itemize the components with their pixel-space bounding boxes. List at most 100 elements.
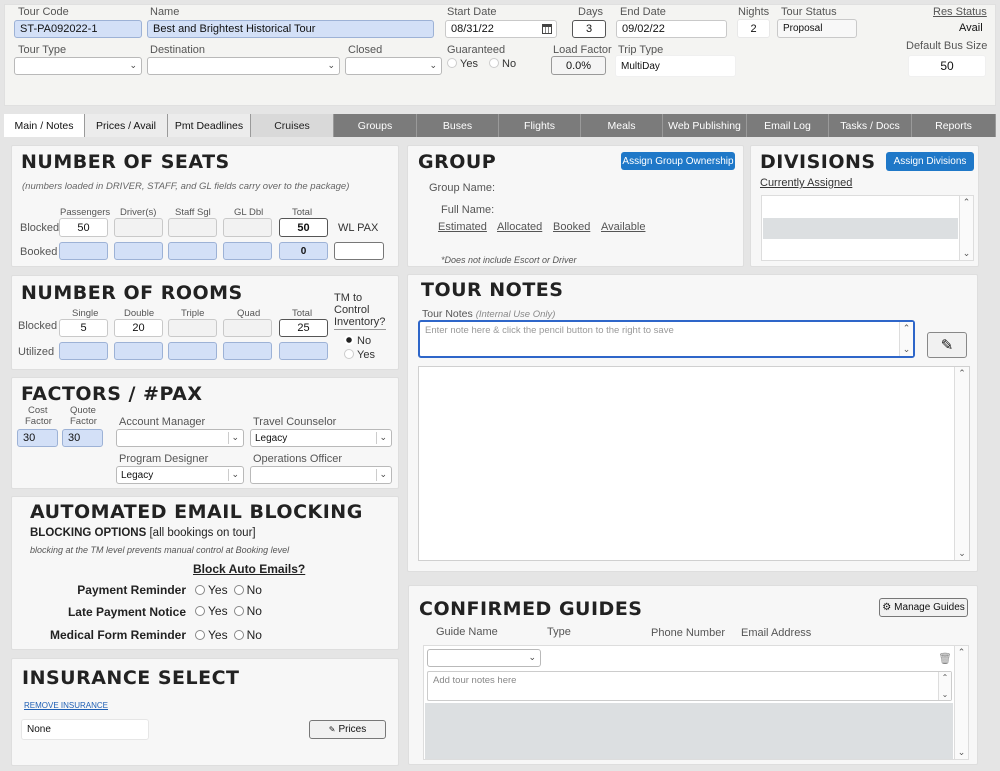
chevron-down-icon[interactable]: ⌄: [939, 690, 951, 699]
tab-buses[interactable]: Buses: [417, 114, 499, 137]
guaranteed-no-radio[interactable]: No: [489, 58, 516, 70]
triple-rooms-field[interactable]: [168, 319, 217, 337]
chevron-up-icon[interactable]: ⌃: [900, 323, 913, 334]
divisions-list[interactable]: ⌃ ⌄: [761, 195, 974, 261]
prices-button[interactable]: ✎ Prices: [309, 720, 386, 739]
guide-notes-field[interactable]: Add tour notes here ⌃ ⌄: [427, 671, 952, 701]
booked-link[interactable]: Booked: [553, 221, 590, 233]
calendar-icon[interactable]: [542, 24, 552, 34]
name-field[interactable]: Best and Brightest Historical Tour: [147, 20, 434, 38]
payment-reminder-no[interactable]: No: [233, 583, 262, 597]
chevron-up-icon[interactable]: ⌃: [939, 673, 951, 682]
tab-prices-avail[interactable]: Prices / Avail: [85, 114, 168, 137]
chevron-down-icon[interactable]: ⌄: [960, 248, 973, 259]
chevron-down-icon[interactable]: ⌄: [955, 548, 969, 559]
col-gl-dbl: GL Dbl: [234, 207, 264, 218]
closed-select[interactable]: ⌄: [345, 57, 442, 75]
remove-insurance-link[interactable]: REMOVE INSURANCE: [24, 701, 108, 710]
save-note-button[interactable]: ✎: [927, 332, 967, 358]
tm-no-radio[interactable]: No: [344, 335, 371, 347]
tour-notes-scrollbar[interactable]: ⌃ ⌄: [954, 367, 969, 560]
no-label: No: [246, 628, 262, 642]
medical-form-reminder-label: Medical Form Reminder: [49, 628, 186, 642]
medical-form-no[interactable]: No: [233, 628, 262, 642]
tab-tasks-docs[interactable]: Tasks / Docs: [829, 114, 912, 137]
tour-status-field[interactable]: Proposal: [777, 19, 857, 38]
days-field[interactable]: 3: [572, 20, 606, 38]
group-title: GROUP: [418, 151, 497, 173]
blocked-staff-sgl-field[interactable]: [168, 218, 217, 237]
default-bus-size-field[interactable]: 50: [908, 55, 986, 77]
travel-counselor-select[interactable]: Legacy ⌄: [250, 429, 392, 447]
estimated-link[interactable]: Estimated: [438, 221, 487, 233]
late-payment-yes[interactable]: Yes: [195, 604, 228, 618]
chevron-up-icon[interactable]: ⌃: [960, 197, 973, 208]
tour-note-input-scrollbar[interactable]: ⌃ ⌄: [899, 322, 913, 356]
tm-yes-radio[interactable]: Yes: [344, 349, 375, 361]
guide-name-select[interactable]: ⌄: [427, 649, 541, 667]
tm-control-label-1: TM to: [334, 292, 363, 304]
tab-meals[interactable]: Meals: [581, 114, 663, 137]
chevron-up-icon[interactable]: ⌃: [955, 647, 968, 658]
blocked-gl-dbl-field[interactable]: [223, 218, 272, 237]
start-date-field[interactable]: 08/31/22: [445, 20, 557, 38]
gear-icon: ⚙: [882, 602, 892, 613]
guides-scrollbar[interactable]: ⌃ ⌄: [954, 646, 968, 759]
utilized-total-field: [279, 342, 328, 360]
allocated-link[interactable]: Allocated: [497, 221, 542, 233]
medical-form-yes[interactable]: Yes: [195, 628, 228, 642]
blocked-passengers-field[interactable]: 50: [59, 218, 108, 237]
guides-list[interactable]: ⌄ 🗑 Add tour notes here ⌃ ⌄ ⌃ ⌄: [423, 645, 969, 760]
trip-type-field[interactable]: MultiDay: [615, 55, 736, 77]
tab-reports[interactable]: Reports: [912, 114, 996, 137]
tour-code-field[interactable]: ST-PA092022-1: [14, 20, 142, 38]
chevron-down-icon[interactable]: ⌄: [955, 747, 968, 758]
tour-notes-history[interactable]: ⌃ ⌄: [418, 366, 970, 561]
cost-factor-field[interactable]: 30: [17, 429, 58, 447]
quad-rooms-field[interactable]: [223, 319, 272, 337]
double-rooms-field[interactable]: 20: [114, 319, 163, 337]
tab-cruises[interactable]: Cruises: [251, 114, 334, 137]
tour-type-select[interactable]: ⌄: [14, 57, 142, 75]
destination-select[interactable]: ⌄: [147, 57, 340, 75]
tab-flights[interactable]: Flights: [499, 114, 581, 137]
tab-web-publishing[interactable]: Web Publishing: [663, 114, 747, 137]
single-rooms-field[interactable]: 5: [59, 319, 108, 337]
col-triple: Triple: [181, 308, 205, 319]
divisions-scrollbar[interactable]: ⌃ ⌄: [959, 196, 973, 260]
chevron-up-icon[interactable]: ⌃: [955, 368, 969, 379]
guaranteed-yes-radio[interactable]: Yes: [447, 58, 478, 70]
wl-pax-field[interactable]: [334, 242, 384, 260]
guaranteed-options: Yes No: [447, 58, 516, 70]
tab-groups[interactable]: Groups: [334, 114, 417, 137]
tab-email-log[interactable]: Email Log: [747, 114, 829, 137]
currently-assigned-link[interactable]: Currently Assigned: [760, 177, 852, 189]
tour-note-input[interactable]: Enter note here & click the pencil butto…: [418, 320, 915, 358]
assign-divisions-button[interactable]: Assign Divisions: [886, 152, 974, 171]
available-link[interactable]: Available: [601, 221, 645, 233]
res-status-link[interactable]: Res Status: [933, 6, 987, 18]
no-label: No: [246, 583, 262, 597]
guide-notes-scrollbar[interactable]: ⌃ ⌄: [938, 672, 951, 700]
trash-icon[interactable]: 🗑: [938, 652, 952, 665]
tab-pmt-deadlines[interactable]: Pmt Deadlines: [168, 114, 251, 137]
col-email-address: Email Address: [741, 627, 812, 639]
end-date-field[interactable]: 09/02/22: [616, 20, 727, 38]
operations-officer-select[interactable]: ⌄: [250, 466, 392, 484]
assign-group-ownership-button[interactable]: Assign Group Ownership: [621, 152, 735, 170]
chevron-down-icon[interactable]: ⌄: [900, 344, 913, 355]
col-phone-number: Phone Number: [651, 627, 725, 639]
blocked-drivers-field[interactable]: [114, 218, 163, 237]
insurance-value-field[interactable]: None: [21, 719, 149, 740]
manage-guides-button[interactable]: ⚙ Manage Guides: [879, 598, 968, 617]
list-item[interactable]: [763, 218, 958, 239]
load-factor-label: Load Factor: [553, 44, 612, 56]
account-manager-select[interactable]: ⌄: [116, 429, 244, 447]
tab-main-notes[interactable]: Main / Notes: [4, 114, 85, 137]
blocked-total-field: 50: [279, 218, 328, 237]
program-designer-select[interactable]: Legacy ⌄: [116, 466, 244, 484]
late-payment-no[interactable]: No: [233, 604, 262, 618]
payment-reminder-yes[interactable]: Yes: [195, 583, 228, 597]
quote-factor-field[interactable]: 30: [62, 429, 103, 447]
travel-counselor-value: Legacy: [255, 432, 288, 444]
